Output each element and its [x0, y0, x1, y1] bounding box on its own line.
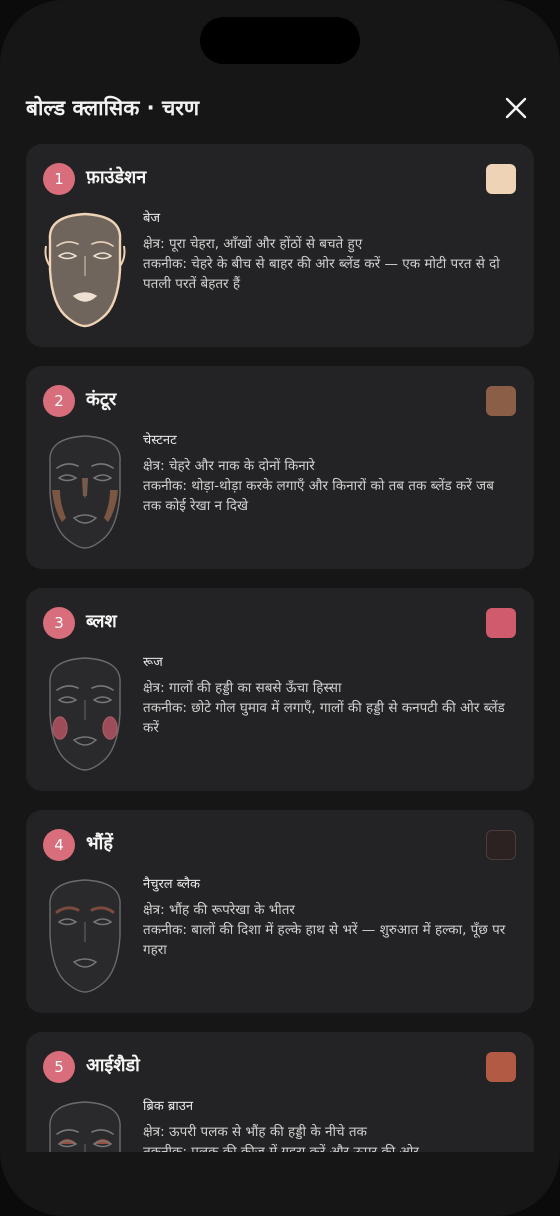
step-technique: तकनीक: बालों की दिशा में हल्के हाथ से भर…	[143, 922, 506, 958]
step-title: आईशैडो	[86, 1055, 140, 1076]
step-card[interactable]: 1 फ़ाउंडेशन बेज क्षेत्र: पूरा चेहरा, आँख…	[26, 144, 534, 347]
shade-name: रूज	[143, 655, 163, 670]
shade-name: बेज	[143, 211, 161, 226]
step-description: क्षेत्र: भौंह की रूपरेखा के भीतर तकनीक: …	[143, 900, 510, 960]
step-technique: तकनीक: थोड़ा-थोड़ा करके लगाएँ और किनारों…	[143, 478, 494, 514]
step-technique: तकनीक: छोटे गोल घुमाव में लगाएँ, गालों क…	[143, 700, 505, 736]
close-button[interactable]	[502, 94, 530, 122]
step-card[interactable]: 4 भौंहें नैचुरल ब्लैक क्षेत्र: भौंह की र…	[26, 810, 534, 1013]
step-title: कंटूर	[86, 389, 117, 410]
step-number-badge: 3	[43, 607, 75, 639]
steps-list[interactable]: 1 फ़ाउंडेशन बेज क्षेत्र: पूरा चेहरा, आँख…	[26, 144, 534, 1152]
step-description: क्षेत्र: चेहरे और नाक के दोनों किनारे तक…	[143, 456, 510, 516]
face-foundation-icon	[40, 210, 130, 330]
step-title: ब्लश	[86, 611, 117, 632]
shade-swatch	[486, 164, 516, 194]
shade-swatch	[486, 830, 516, 860]
step-description: क्षेत्र: ऊपरी पलक से भौंह की हड्डी के नी…	[143, 1122, 510, 1152]
step-number-badge: 4	[43, 829, 75, 861]
step-title: फ़ाउंडेशन	[86, 167, 147, 188]
close-icon	[505, 97, 527, 119]
step-card[interactable]: 5 आईशैडो ब्रिक ब्राउन क्षेत्र: ऊपरी पलक …	[26, 1032, 534, 1152]
step-area: क्षेत्र: भौंह की रूपरेखा के भीतर	[143, 902, 295, 918]
shade-swatch	[486, 608, 516, 638]
shade-name: ब्रिक ब्राउन	[143, 1099, 194, 1114]
step-number-badge: 1	[43, 163, 75, 195]
step-technique: तकनीक: पलक की क्रीज़ में गहरा करें और ऊप…	[143, 1144, 419, 1152]
face-blush-icon	[40, 654, 130, 774]
step-title: भौंहें	[86, 833, 113, 854]
step-area: क्षेत्र: चेहरे और नाक के दोनों किनारे	[143, 458, 315, 474]
step-description: क्षेत्र: गालों की हड्डी का सबसे ऊँचा हिस…	[143, 678, 510, 738]
header: बोल्ड क्लासिक · चरण	[26, 92, 534, 128]
page-title: बोल्ड क्लासिक · चरण	[26, 96, 200, 120]
step-number-badge: 5	[43, 1051, 75, 1083]
face-brows-icon	[40, 876, 130, 996]
step-area: क्षेत्र: गालों की हड्डी का सबसे ऊँचा हिस…	[143, 680, 342, 696]
shade-swatch	[486, 1052, 516, 1082]
step-technique: तकनीक: चेहरे के बीच से बाहर की ओर ब्लेंड…	[143, 256, 500, 292]
dynamic-island	[200, 17, 360, 64]
face-contour-icon	[40, 432, 130, 552]
step-area: क्षेत्र: ऊपरी पलक से भौंह की हड्डी के नी…	[143, 1124, 367, 1140]
step-card[interactable]: 3 ब्लश रूज क्षेत्र: गालों की हड्डी का सब…	[26, 588, 534, 791]
face-eyeshadow-icon	[40, 1098, 130, 1152]
step-area: क्षेत्र: पूरा चेहरा, आँखों और होंठों से …	[143, 236, 363, 252]
step-card[interactable]: 2 कंटूर चेस्टनट क्षेत्र: चेहरे और नाक के…	[26, 366, 534, 569]
phone-screen: बोल्ड क्लासिक · चरण 1 फ़ाउंडेशन बेज क्षे…	[0, 0, 560, 1216]
shade-swatch	[486, 386, 516, 416]
step-description: क्षेत्र: पूरा चेहरा, आँखों और होंठों से …	[143, 234, 510, 294]
shade-name: नैचुरल ब्लैक	[143, 877, 201, 892]
step-number-badge: 2	[43, 385, 75, 417]
shade-name: चेस्टनट	[143, 433, 177, 448]
